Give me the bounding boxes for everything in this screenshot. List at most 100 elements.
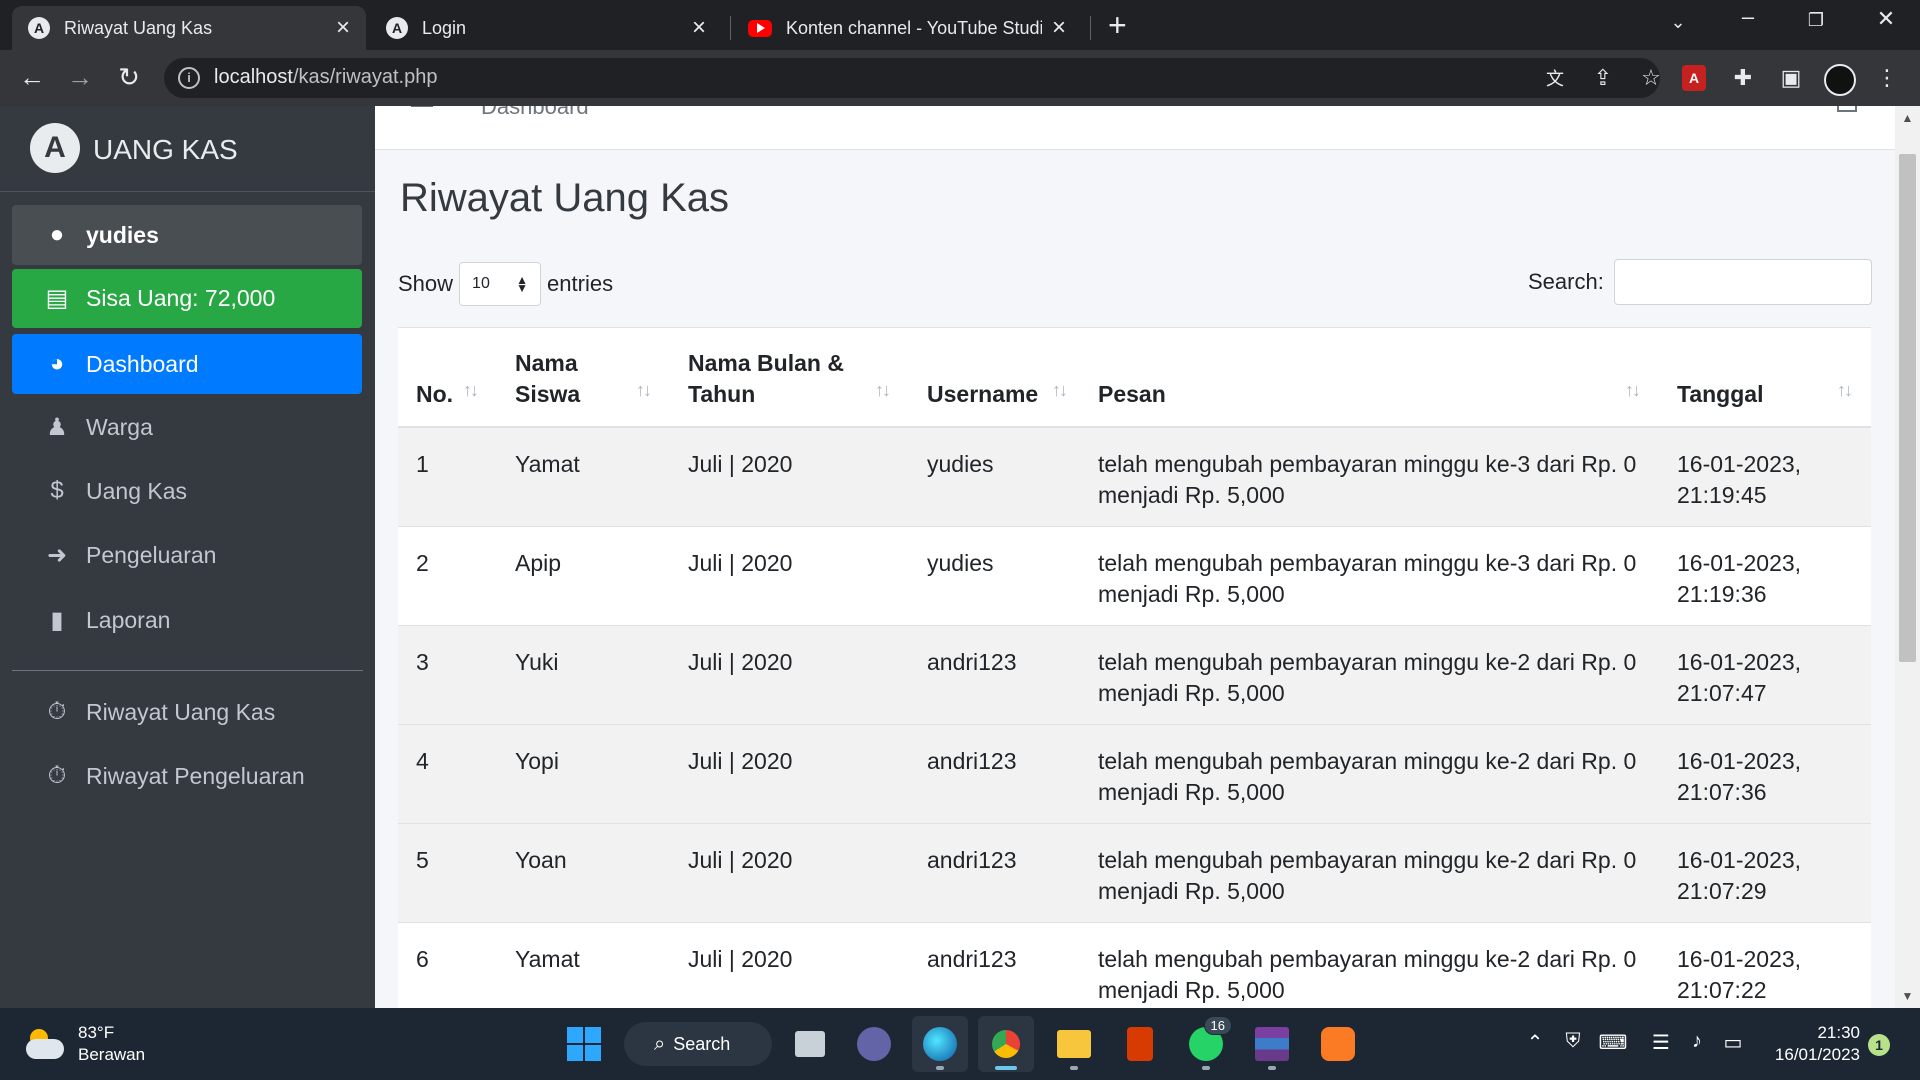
sidebar-item-uang-kas[interactable]: $ Uang Kas [12, 461, 362, 521]
sidebar-item-riwayat-uang-kas[interactable]: ⏱ Riwayat Uang Kas [12, 682, 362, 742]
navbar-icon[interactable] [1837, 106, 1857, 112]
security-shield-icon[interactable]: ⛨ [1558, 1030, 1588, 1053]
tab-youtube-studio[interactable]: Konten channel - YouTube Studio × [732, 6, 1082, 50]
sidebar-item-dashboard[interactable]: ◕ Dashboard [12, 334, 362, 394]
cell-pesan: telah mengubah pembayaran minggu ke-2 da… [1080, 921, 1659, 1008]
running-indicator [1070, 1066, 1078, 1070]
pdf-extension-icon[interactable]: A [1682, 65, 1706, 91]
profile-avatar[interactable] [1824, 64, 1856, 96]
restore-button[interactable]: ❐ [1796, 10, 1836, 31]
column-header-nama-siswa[interactable]: Nama Siswa ↑↓ [497, 328, 670, 428]
address-bar[interactable]: i localhost/kas/riwayat.php 文 ⇪ ☆ [164, 58, 1661, 98]
top-navbar: Dashboard [375, 106, 1895, 150]
side-panel-icon[interactable]: ▣ [1776, 64, 1806, 92]
whatsapp-app[interactable]: 16 [1178, 1016, 1234, 1072]
teams-chat-button[interactable] [846, 1016, 902, 1072]
table-row: 4 Yopi Juli | 2020 andri123 telah mengub… [398, 723, 1871, 823]
column-header-pesan[interactable]: Pesan ↑↓ [1080, 328, 1659, 428]
sidebar-item-pengeluaran[interactable]: ➜ Pengeluaran [12, 525, 362, 585]
user-icon: ♟ [46, 413, 68, 441]
hamburger-menu-icon[interactable] [411, 106, 433, 107]
cell-nama-siswa: Yopi [497, 723, 670, 823]
tab-search-chevron-icon[interactable]: ⌄ [1658, 12, 1698, 33]
close-icon[interactable]: × [1052, 16, 1066, 40]
folder-icon [1057, 1030, 1091, 1058]
column-header-tanggal[interactable]: Tanggal ↑↓ [1659, 328, 1871, 428]
table-row: 3 Yuki Juli | 2020 andri123 telah mengub… [398, 624, 1871, 724]
cell-username: andri123 [909, 921, 1080, 1008]
scrollbar-thumb[interactable] [1899, 154, 1916, 662]
forward-button[interactable]: → [64, 62, 96, 92]
cell-no: 3 [398, 624, 497, 724]
sidebar-item-warga[interactable]: ♟ Warga [12, 397, 362, 457]
sidebar-item-laporan[interactable]: ▮ Laporan [12, 590, 362, 650]
uangkas-logo-icon: A [386, 17, 408, 39]
notification-badge: 16 [1203, 1016, 1232, 1035]
entries-select-value: 10 [472, 275, 490, 292]
translate-icon[interactable]: 文 [1540, 65, 1570, 93]
table-row: 2 Apip Juli | 2020 yudies telah mengubah… [398, 525, 1871, 625]
wifi-icon[interactable]: ☰ [1646, 1030, 1676, 1055]
edge-app[interactable] [912, 1016, 968, 1072]
column-header-label: Pesan [1098, 381, 1166, 407]
volume-icon[interactable]: ♪ [1682, 1030, 1712, 1053]
sort-icon: ↑↓ [1625, 380, 1641, 400]
battery-icon[interactable]: ▭ [1718, 1030, 1748, 1055]
reload-button[interactable]: ↻ [113, 62, 145, 92]
sidebar-balance[interactable]: ▤ Sisa Uang: 72,000 [12, 269, 362, 328]
minimize-button[interactable]: – [1728, 4, 1768, 30]
weather-widget[interactable]: 83°F Berawan [26, 1022, 145, 1066]
site-info-icon[interactable]: i [178, 67, 200, 89]
close-icon[interactable]: × [692, 16, 706, 40]
page-scrollbar[interactable]: ▲ ▼ [1895, 106, 1920, 1008]
taskbar-search-label: Search [673, 1033, 731, 1054]
share-icon[interactable]: ⇪ [1588, 64, 1618, 92]
column-header-label: No. [416, 381, 454, 407]
page-title: Riwayat Uang Kas [400, 176, 730, 220]
brand-link[interactable]: A UANG KAS [0, 106, 375, 192]
sidebar-item-riwayat-pengeluaran[interactable]: ⏱ Riwayat Pengeluaran [12, 746, 362, 806]
keyboard-icon[interactable]: ⌨ [1598, 1030, 1628, 1055]
bookmark-star-icon[interactable]: ☆ [1636, 64, 1666, 92]
entries-select[interactable]: 10 ▲ ▼ [459, 262, 542, 306]
close-icon[interactable]: × [336, 16, 350, 40]
sidebar-divider [12, 670, 363, 671]
clock-time: 21:30 [1817, 1023, 1860, 1042]
sidebar-item-label: Warga [86, 413, 153, 440]
cell-bulan-tahun: Juli | 2020 [670, 822, 909, 922]
search-label: Search: [1528, 269, 1604, 294]
chevron-up-icon[interactable]: ⌃ [1520, 1030, 1550, 1055]
start-button[interactable] [556, 1016, 612, 1072]
column-header-no[interactable]: No. ↑↓ [398, 328, 497, 428]
scroll-down-arrow-icon[interactable]: ▼ [1895, 984, 1920, 1008]
sidebar-user[interactable]: ● yudies [12, 205, 362, 265]
table-header-row: No. ↑↓ Nama Siswa ↑↓ Nama Bulan & Tahun ↑↓ … [398, 328, 1871, 428]
cell-bulan-tahun: Juli | 2020 [670, 921, 909, 1008]
task-view-button[interactable] [782, 1016, 838, 1072]
search-input[interactable] [1613, 259, 1872, 305]
cell-pesan: telah mengubah pembayaran minggu ke-2 da… [1080, 822, 1659, 922]
column-header-nama-bulan-tahun[interactable]: Nama Bulan & Tahun ↑↓ [670, 328, 909, 428]
browser-tab-strip: A Riwayat Uang Kas × A Login × Konten ch… [0, 0, 1920, 50]
new-tab-button[interactable]: + [1108, 9, 1127, 41]
winrar-app[interactable] [1244, 1016, 1300, 1072]
scroll-up-arrow-icon[interactable]: ▲ [1895, 106, 1920, 130]
browser-menu-icon[interactable]: ⋮ [1872, 64, 1902, 92]
taskbar-search[interactable]: ⌕ Search [624, 1022, 772, 1066]
back-button[interactable]: ← [16, 62, 48, 92]
brand-text: UANG KAS [93, 134, 238, 165]
cell-tanggal: 16-01-2023, 21:07:36 [1659, 723, 1871, 823]
xampp-app[interactable] [1310, 1016, 1366, 1072]
tab-riwayat-uang-kas[interactable]: A Riwayat Uang Kas × [12, 6, 366, 50]
chrome-app[interactable] [978, 1016, 1034, 1072]
column-header-username[interactable]: Username ↑↓ [909, 328, 1080, 428]
breadcrumb[interactable]: Dashboard [481, 106, 589, 120]
file-explorer-app[interactable] [1046, 1016, 1102, 1072]
tab-login[interactable]: A Login × [370, 6, 722, 50]
notification-count-badge[interactable]: 1 [1868, 1034, 1890, 1056]
cell-pesan: telah mengubah pembayaran minggu ke-2 da… [1080, 624, 1659, 724]
office-app[interactable] [1112, 1016, 1168, 1072]
close-window-button[interactable]: ✕ [1866, 6, 1906, 32]
extensions-puzzle-icon[interactable]: ✚ [1728, 64, 1758, 92]
taskbar-clock[interactable]: 21:30 16/01/2023 [1760, 1022, 1860, 1066]
